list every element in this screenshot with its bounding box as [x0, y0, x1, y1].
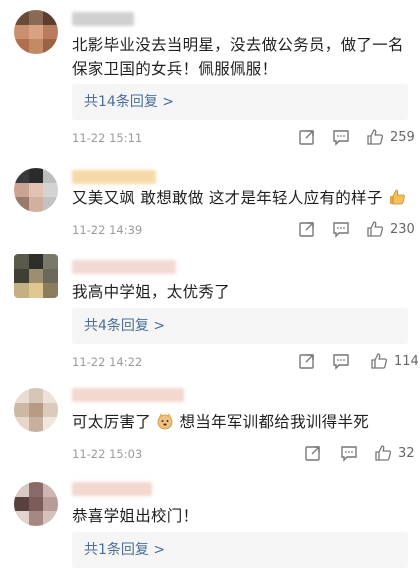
- comment-text: 恭喜学姐出校门！: [72, 507, 199, 525]
- comment-meta: 11-22 14:22 114: [72, 352, 420, 372]
- share-icon[interactable]: [304, 444, 322, 462]
- view-replies-link[interactable]: 共4条回复 >: [72, 308, 408, 344]
- comment-text: 我高中学姐，太优秀了: [72, 283, 231, 301]
- comment-icon[interactable]: [332, 220, 350, 238]
- doge-emoji: [157, 413, 173, 430]
- thumbs-up-icon[interactable]: [370, 352, 388, 370]
- comment-text-before: 可太厉害了: [72, 413, 152, 431]
- comment-icon[interactable]: [332, 128, 350, 146]
- comment-text: 又美又飒 敢想敢做 这才是年轻人应有的样子: [72, 186, 408, 210]
- thumbs-up-icon[interactable]: [374, 444, 392, 462]
- comment-text: 可太厉害了 想当年军训都给我训得半死: [72, 410, 408, 434]
- share-icon[interactable]: [298, 352, 316, 370]
- thumbs-up-emoji: [389, 189, 405, 205]
- username-blurred[interactable]: [72, 12, 134, 26]
- username-blurred[interactable]: [72, 170, 156, 184]
- avatar[interactable]: [14, 254, 58, 298]
- like-count: 230: [390, 222, 415, 237]
- thumbs-up-icon[interactable]: [366, 128, 384, 146]
- like-count: 114: [394, 354, 419, 369]
- comment-text-after: 想当年军训都给我训得半死: [179, 413, 370, 431]
- username-blurred[interactable]: [72, 482, 152, 496]
- view-replies-link[interactable]: 共1条回复 >: [72, 532, 408, 568]
- share-icon[interactable]: [298, 220, 316, 238]
- avatar[interactable]: [14, 168, 58, 212]
- view-replies-link[interactable]: 共14条回复 >: [72, 84, 408, 120]
- avatar[interactable]: [14, 388, 58, 432]
- avatar[interactable]: [14, 482, 58, 526]
- like-count: 32: [398, 446, 415, 461]
- timestamp: 11-22 14:39: [72, 223, 143, 237]
- comment-icon[interactable]: [332, 352, 350, 370]
- comment-meta: 11-22 15:11 259: [72, 128, 420, 148]
- comment-text-body: 又美又飒 敢想敢做 这才是年轻人应有的样子: [72, 189, 383, 207]
- username-blurred[interactable]: [72, 260, 176, 274]
- comment-meta: 11-22 15:03 32: [72, 444, 420, 464]
- timestamp: 11-22 15:11: [72, 131, 143, 145]
- thumbs-up-icon[interactable]: [366, 220, 384, 238]
- timestamp: 11-22 15:03: [72, 447, 143, 461]
- comment-text: 北影毕业没去当明星，没去做公务员，做了一名保家卫国的女兵！佩服佩服！: [72, 36, 404, 78]
- username-blurred[interactable]: [72, 388, 184, 402]
- like-count: 259: [390, 130, 415, 145]
- timestamp: 11-22 14:22: [72, 355, 143, 369]
- comment-icon[interactable]: [340, 444, 358, 462]
- comment-meta: 11-22 14:39 230: [72, 220, 420, 240]
- avatar[interactable]: [14, 10, 58, 54]
- share-icon[interactable]: [298, 128, 316, 146]
